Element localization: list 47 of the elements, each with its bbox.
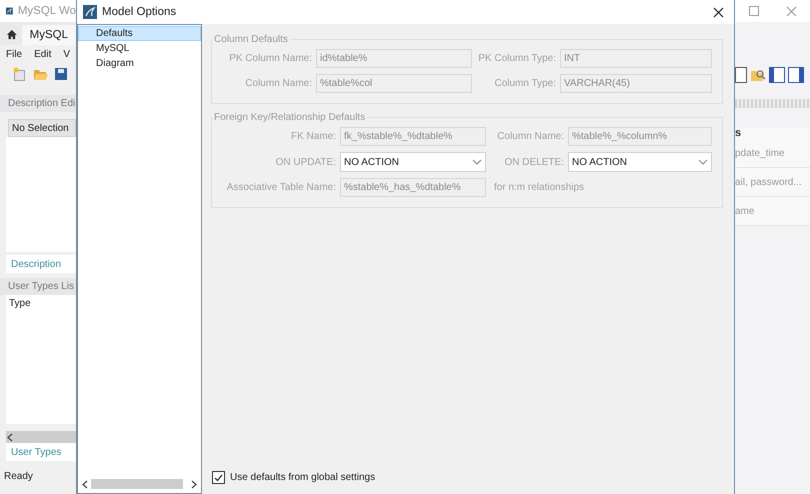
field-label: Column Name:: [244, 78, 312, 89]
field-label: FK Name:: [290, 131, 336, 142]
group-title: Foreign Key/Relationship Defaults: [213, 112, 366, 123]
close-icon[interactable]: [712, 6, 724, 18]
app-logo-icon: [83, 5, 97, 19]
checkbox[interactable]: [212, 471, 225, 484]
panel-right-icon[interactable]: [788, 67, 804, 83]
list-item[interactable]: Defaults: [78, 26, 201, 41]
home-icon[interactable]: [6, 28, 18, 41]
scroll-right-icon[interactable]: [190, 480, 198, 488]
hint-text: for n:m relationships: [493, 182, 586, 193]
menu-item[interactable]: File: [6, 48, 22, 60]
field-label: PK Column Name:: [228, 53, 312, 64]
panel-header: User Types Lis: [0, 278, 76, 295]
field-label: ON UPDATE:: [274, 156, 336, 168]
panel-tab[interactable]: Description: [6, 255, 76, 273]
field-label: Column Type:: [493, 78, 556, 89]
checkbox-label: Use defaults from global settings: [230, 472, 376, 483]
document-tab[interactable]: MySQL: [22, 25, 76, 45]
status-text: Ready: [3, 470, 34, 483]
list-row-text: ame: [735, 197, 810, 226]
blank-square-icon[interactable]: [735, 67, 747, 83]
save-icon[interactable]: [54, 67, 68, 81]
menu-item[interactable]: Edit: [34, 48, 52, 60]
field-label: Associative Table Name:: [226, 182, 336, 193]
panel-left-icon[interactable]: [769, 67, 785, 83]
menu-item[interactable]: V: [63, 48, 70, 60]
scroll-left-icon[interactable]: [81, 480, 89, 488]
list-row-text: pdate_time: [735, 139, 810, 168]
panel-tab[interactable]: User Types: [6, 443, 76, 461]
scroll-left-icon[interactable]: [6, 432, 14, 442]
selection-dropdown[interactable]: No Selection: [8, 119, 76, 137]
panel-header: Description Edi: [0, 95, 76, 112]
list-item[interactable]: Diagram: [78, 56, 201, 71]
column-header: Type: [6, 295, 76, 311]
list-item[interactable]: MySQL: [78, 41, 201, 56]
list-row-text: ail, password...: [735, 168, 810, 197]
scrollbar-thumb[interactable]: [91, 479, 183, 489]
window-title: MySQL Wo: [18, 5, 76, 17]
horizontal-scrollbar[interactable]: [6, 431, 76, 443]
field-label: Column Name:: [496, 131, 564, 142]
field-label: PK Column Type:: [477, 53, 556, 64]
section-heading: s: [735, 128, 742, 139]
group-title: Column Defaults: [213, 34, 289, 45]
field-label: ON DELETE:: [504, 156, 564, 168]
maximize-button[interactable]: [748, 6, 758, 16]
dialog-title: Model Options: [102, 6, 178, 18]
